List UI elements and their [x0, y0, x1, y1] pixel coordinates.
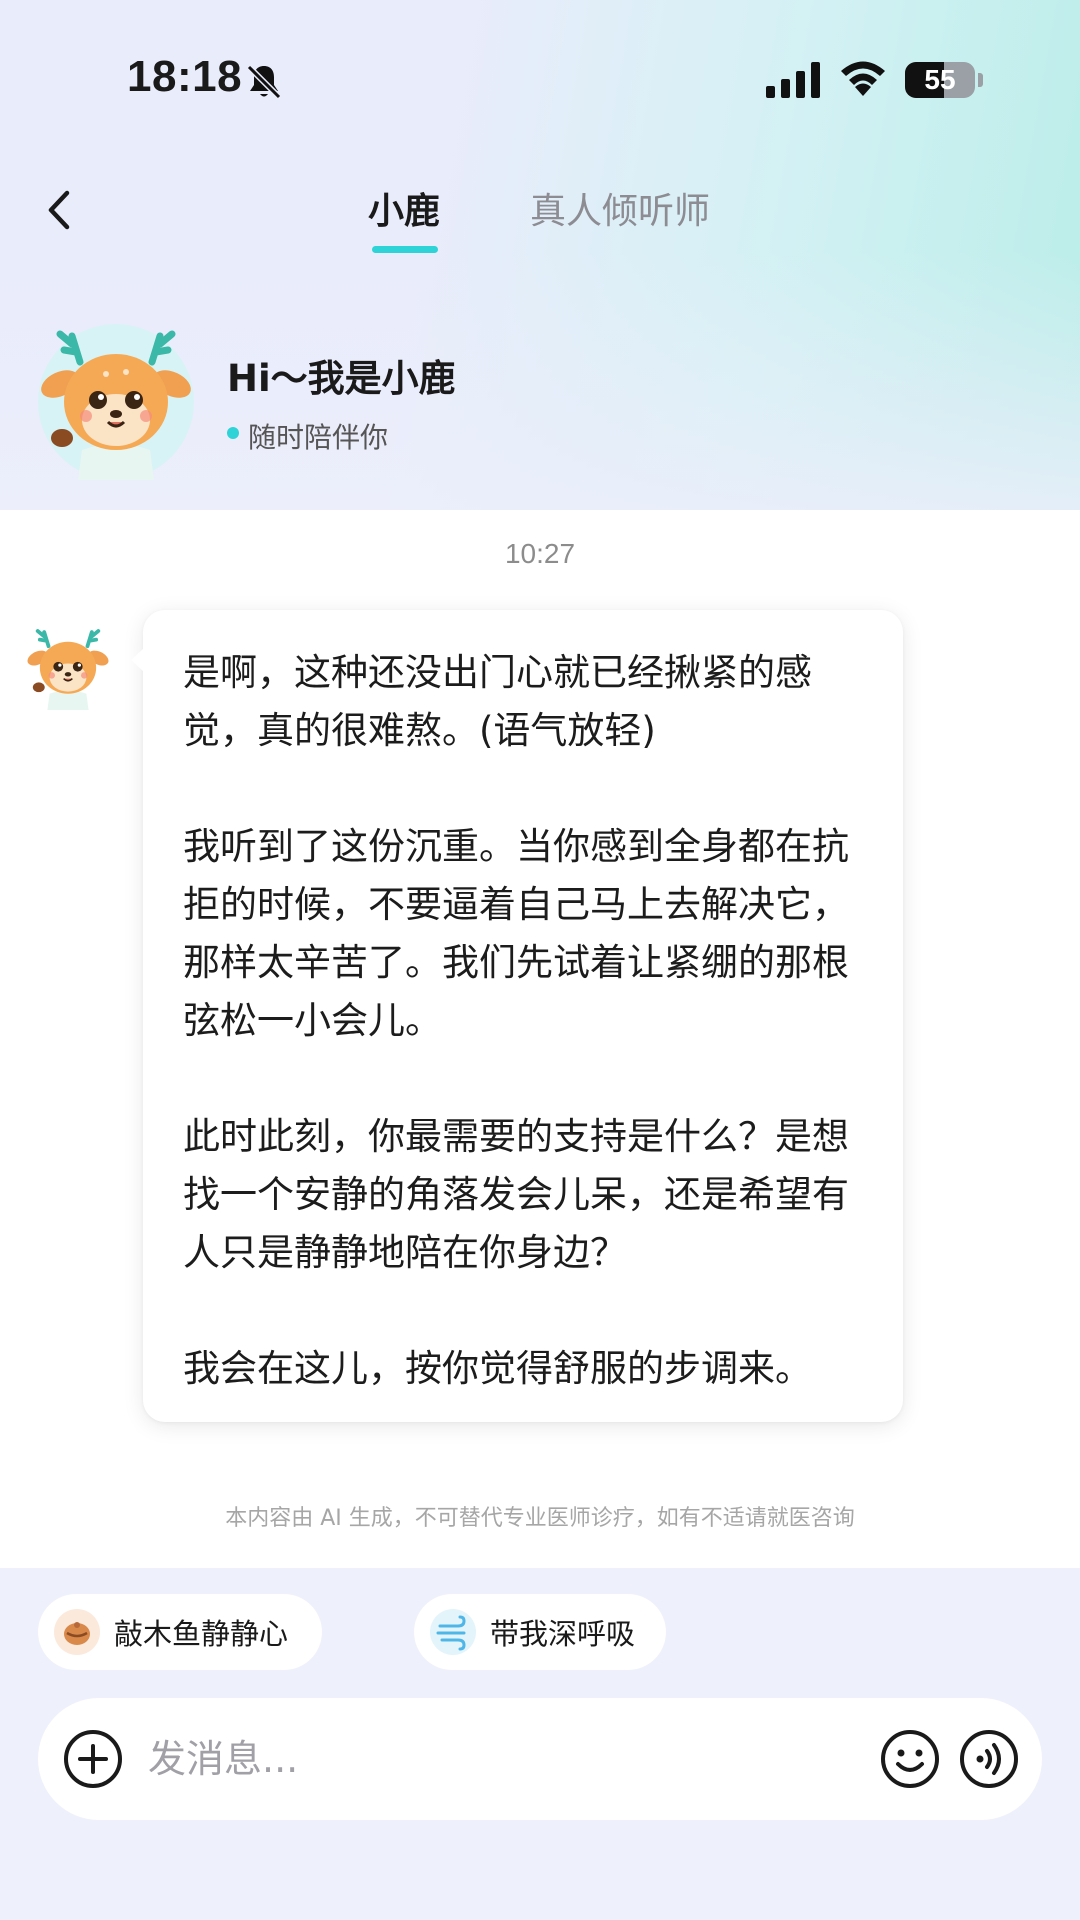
tab-xiaolu[interactable]: 小鹿 [368, 182, 440, 234]
battery-icon: 55 [905, 62, 975, 98]
smile-icon [881, 1730, 939, 1788]
bubble-tail [131, 648, 144, 672]
quick-action-label: 敲木鱼静静心 [114, 1617, 289, 1651]
sender-avatar[interactable] [22, 618, 114, 710]
wifi-icon [838, 58, 888, 98]
message-bubble[interactable]: 是啊，这种还没出门心就已经揪紧的感觉，真的很难熬。(语气放轻) 我听到了这份沉重… [131, 610, 903, 1422]
greeting-title: Hi～我是小鹿 [227, 357, 456, 400]
quick-action-label: 带我深呼吸 [490, 1617, 636, 1651]
quick-action-wooden-fish[interactable]: 敲木鱼静静心 [38, 1594, 322, 1670]
chat-area[interactable]: 10:27 是啊，这种还没出门心就已经揪紧的感觉，真的很难熬。(语气放轻) 我听… [0, 510, 1080, 1568]
status-time: 18:18 [127, 52, 243, 101]
message-paragraph: 是啊，这种还没出门心就已经揪紧的感觉，真的很难熬。(语气放轻) [183, 651, 812, 752]
chevron-left-icon [48, 190, 70, 230]
message-paragraph: 我会在这儿，按你觉得舒服的步调来。 [183, 1347, 812, 1390]
ai-disclaimer: 本内容由 AI 生成，不可替代专业医师诊疗，如有不适请就医咨询 [225, 1506, 855, 1531]
nav-bar: 小鹿 真人倾听师 [0, 160, 1080, 260]
message-input[interactable] [148, 1726, 848, 1792]
message-timestamp: 10:27 [504, 538, 576, 569]
wind-icon [430, 1609, 476, 1655]
battery-level-text: 55 [924, 64, 956, 95]
wooden-fish-icon [54, 1609, 100, 1655]
status-bar: 18:18 55 [0, 0, 1080, 160]
composer-area: 敲木鱼静静心 带我深呼吸 [0, 1568, 1080, 1920]
emoji-button[interactable] [880, 1729, 940, 1789]
add-button[interactable] [63, 1729, 123, 1789]
profile-header: Hi～我是小鹿 随时陪伴你 [0, 310, 1080, 490]
signal-icon [766, 62, 822, 98]
message-paragraph: 我听到了这份沉重。当你感到全身都在抗拒的时候，不要逼着自己马上去解决它，那样太辛… [183, 825, 849, 1042]
deer-mascot-icon[interactable] [36, 310, 196, 480]
deer-mascot-icon [27, 629, 109, 710]
quick-action-deep-breath[interactable]: 带我深呼吸 [414, 1594, 666, 1670]
tab-human-listener[interactable]: 真人倾听师 [530, 182, 710, 234]
tab-active-indicator [372, 246, 438, 253]
bell-slash-icon [244, 62, 284, 102]
online-status-dot [227, 427, 239, 439]
message-paragraph: 此时此刻，你最需要的支持是什么？是想找一个安静的角落发会儿呆，还是希望有人只是静… [183, 1115, 849, 1274]
voice-icon [960, 1730, 1018, 1788]
voice-button[interactable] [959, 1729, 1019, 1789]
message-composer [38, 1698, 1042, 1820]
plus-circle-icon [64, 1730, 122, 1788]
battery-cap [978, 73, 983, 87]
online-status-label: 随时陪伴你 [248, 421, 389, 454]
back-button[interactable] [30, 180, 90, 240]
